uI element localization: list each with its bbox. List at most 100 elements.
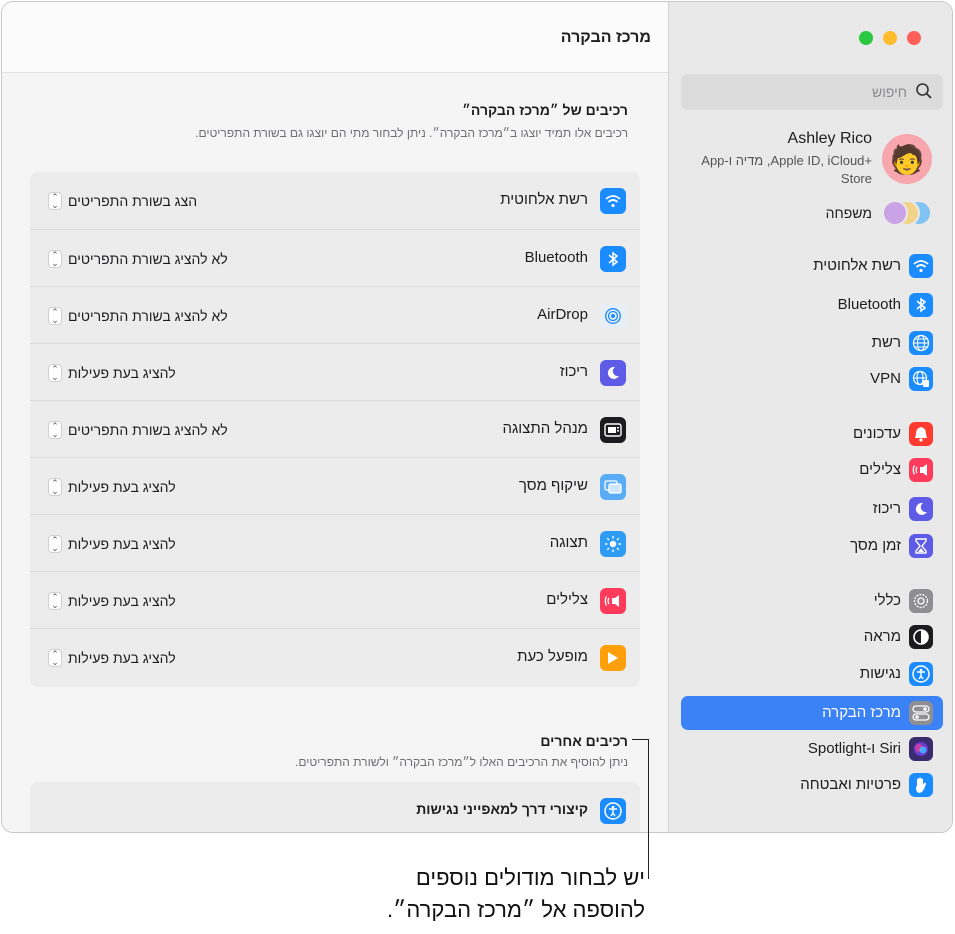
minimize-button[interactable] bbox=[883, 31, 897, 45]
sidebar-item[interactable]: כללי bbox=[681, 584, 943, 618]
other-section-subtitle: ניתן להוסיף את הרכיבים האלו ל״מרכז הבקרה… bbox=[294, 755, 628, 769]
control-label: Bluetooth bbox=[524, 249, 588, 266]
sidebar-item[interactable]: פרטיות ואבטחה bbox=[681, 768, 943, 802]
show-in-menu-bar-select[interactable]: ⌃ ⌄ לא להציג בשורת התפריטים bbox=[48, 306, 228, 326]
sound-icon bbox=[909, 458, 933, 482]
family-avatars[interactable] bbox=[880, 200, 932, 226]
control-label: רשת אלחוטית bbox=[500, 191, 588, 208]
hand-privacy-icon bbox=[909, 773, 933, 797]
show-in-menu-bar-select[interactable]: ⌃ ⌄ להציג בעת פעילות bbox=[48, 363, 176, 383]
control-label: מופעל כעת bbox=[517, 648, 588, 665]
sidebar-item-label: פרטיות ואבטחה bbox=[800, 776, 901, 793]
controls-section-title: רכיבים של ״מרכז הבקרה״ bbox=[462, 102, 628, 118]
control-label: AirDrop bbox=[537, 306, 588, 323]
focus-moon-icon bbox=[600, 360, 626, 386]
display-brightness-icon bbox=[600, 531, 626, 557]
sidebar-item[interactable]: Bluetooth bbox=[681, 288, 943, 322]
sidebar-item[interactable]: ריכוז bbox=[681, 492, 943, 526]
bluetooth-icon bbox=[909, 293, 933, 317]
sidebar-item[interactable]: מרכז הבקרה bbox=[681, 696, 943, 730]
sidebar-item-label: VPN bbox=[870, 370, 901, 387]
search-field[interactable]: חיפוש bbox=[681, 74, 943, 110]
gear-icon bbox=[909, 589, 933, 613]
sidebar-item[interactable]: Siri ו-Spotlight bbox=[681, 732, 943, 766]
show-in-menu-bar-select[interactable]: ⌃ ⌄ הצג בשורת התפריטים bbox=[48, 191, 197, 211]
control-row: Bluetooth ⌃ ⌄ לא להציג בשורת התפריטים bbox=[30, 229, 640, 287]
profile-name[interactable]: Ashley Rico bbox=[788, 130, 872, 148]
wifi-icon bbox=[909, 254, 933, 278]
sidebar-item-label: מרכז הבקרה bbox=[822, 704, 901, 721]
sidebar-item-label: רשת אלחוטית bbox=[813, 257, 901, 274]
chevron-up-down-icon: ⌃ ⌄ bbox=[48, 592, 62, 610]
sidebar-item[interactable]: VPN bbox=[681, 362, 943, 396]
callout-line-2: להוספה אל ״מרכז הבקרה״. bbox=[386, 897, 645, 922]
control-row: רשת אלחוטית ⌃ ⌄ הצג בשורת התפריטים bbox=[30, 172, 640, 229]
select-value: להציג בעת פעילות bbox=[68, 365, 176, 381]
sidebar-item[interactable]: מראה bbox=[681, 620, 943, 654]
chevron-up-down-icon: ⌃ ⌄ bbox=[48, 421, 62, 439]
control-center-icon bbox=[909, 701, 933, 725]
sidebar-item[interactable]: רשת bbox=[681, 326, 943, 360]
vpn-globe-icon bbox=[909, 367, 933, 391]
sidebar-item[interactable]: רשת אלחוטית bbox=[681, 249, 943, 283]
show-in-menu-bar-select[interactable]: ⌃ ⌄ להציג בעת פעילות bbox=[48, 534, 176, 554]
sidebar-item[interactable]: נגישות bbox=[681, 657, 943, 691]
show-in-menu-bar-select[interactable]: ⌃ ⌄ להציג בעת פעילות bbox=[48, 591, 176, 611]
bluetooth-icon bbox=[600, 246, 626, 272]
sidebar-item[interactable]: עדכונים bbox=[681, 417, 943, 451]
accessibility-icon bbox=[909, 662, 933, 686]
callout-tick bbox=[632, 739, 648, 740]
show-in-menu-bar-select[interactable]: ⌃ ⌄ לא להציג בשורת התפריטים bbox=[48, 420, 228, 440]
accessibility-icon bbox=[600, 798, 626, 824]
select-value: הצג בשורת התפריטים bbox=[68, 193, 198, 209]
callout-line-1: יש לבחור מודולים נוספים bbox=[415, 865, 645, 890]
close-button[interactable] bbox=[907, 31, 921, 45]
avatar[interactable]: 🧑 bbox=[882, 134, 932, 184]
family-label[interactable]: משפחה bbox=[826, 205, 872, 221]
select-value: להציג בעת פעילות bbox=[68, 650, 176, 666]
notifications-bell-icon bbox=[909, 422, 933, 446]
sidebar-item-label: ריכוז bbox=[872, 500, 901, 517]
screen-mirroring-icon bbox=[600, 474, 626, 500]
profile-subtitle: Apple ID, iCloud+‎, מדיה ו-App Store bbox=[701, 153, 872, 186]
select-value: להציג בעת פעילות bbox=[68, 593, 176, 609]
control-row: שיקוף מסך ⌃ ⌄ להציג בעת פעילות bbox=[30, 457, 640, 515]
controls-section-subtitle: רכיבים אלו תמיד יוצגו ב״מרכז הבקרה״. נית… bbox=[195, 126, 628, 140]
chevron-up-down-icon: ⌃ ⌄ bbox=[48, 307, 62, 325]
sidebar-item-label: עדכונים bbox=[853, 425, 901, 442]
callout-text: יש לבחור מודולים נוספים להוספה אל ״מרכז … bbox=[387, 862, 645, 926]
siri-icon bbox=[909, 737, 933, 761]
show-in-menu-bar-select[interactable]: ⌃ ⌄ לא להציג בשורת התפריטים bbox=[48, 249, 228, 269]
sidebar-item-label: Siri ו-Spotlight bbox=[807, 740, 901, 757]
zoom-button[interactable] bbox=[859, 31, 873, 45]
main-pane: מרכז הבקרה רכיבים של ״מרכז הבקרה״ רכיבים… bbox=[2, 2, 668, 832]
stage-manager-icon bbox=[600, 417, 626, 443]
airdrop-icon bbox=[600, 303, 626, 329]
chevron-up-down-icon: ⌃ ⌄ bbox=[48, 364, 62, 382]
other-controls-card: קיצורי דרך למאפייני נגישות bbox=[30, 782, 640, 832]
globe-icon bbox=[909, 331, 933, 355]
chevron-up-down-icon: ⌃ ⌄ bbox=[48, 649, 62, 667]
sidebar-item-label: צלילים bbox=[859, 461, 901, 478]
control-row: תצוגה ⌃ ⌄ להציג בעת פעילות bbox=[30, 514, 640, 572]
other-control-row[interactable]: קיצורי דרך למאפייני נגישות bbox=[30, 782, 640, 832]
sidebar: חיפוש 🧑 Ashley Rico Apple ID, iCloud+‎, … bbox=[668, 2, 952, 832]
control-row: צלילים ⌃ ⌄ להציג בעת פעילות bbox=[30, 571, 640, 629]
callout-line bbox=[648, 739, 649, 879]
hourglass-icon bbox=[909, 534, 933, 558]
search-placeholder: חיפוש bbox=[872, 84, 907, 100]
show-in-menu-bar-select[interactable]: ⌃ ⌄ להציג בעת פעילות bbox=[48, 648, 176, 668]
sidebar-item-label: רשת bbox=[871, 334, 901, 351]
control-row: AirDrop ⌃ ⌄ לא להציג בשורת התפריטים bbox=[30, 286, 640, 344]
appearance-icon bbox=[909, 625, 933, 649]
show-in-menu-bar-select[interactable]: ⌃ ⌄ להציג בעת פעילות bbox=[48, 477, 176, 497]
sidebar-item-label: זמן מסך bbox=[850, 537, 901, 554]
now-playing-icon bbox=[600, 645, 626, 671]
sidebar-item[interactable]: זמן מסך bbox=[681, 529, 943, 563]
control-row: מופעל כעת ⌃ ⌄ להציג בעת פעילות bbox=[30, 628, 640, 686]
sidebar-item-label: נגישות bbox=[859, 665, 901, 682]
select-value: לא להציג בשורת התפריטים bbox=[68, 308, 228, 324]
sidebar-item-label: כללי bbox=[873, 592, 901, 609]
sidebar-item[interactable]: צלילים bbox=[681, 453, 943, 487]
controls-card: רשת אלחוטית ⌃ ⌄ הצג בשורת התפריטים Bluetooth… bbox=[30, 172, 640, 687]
